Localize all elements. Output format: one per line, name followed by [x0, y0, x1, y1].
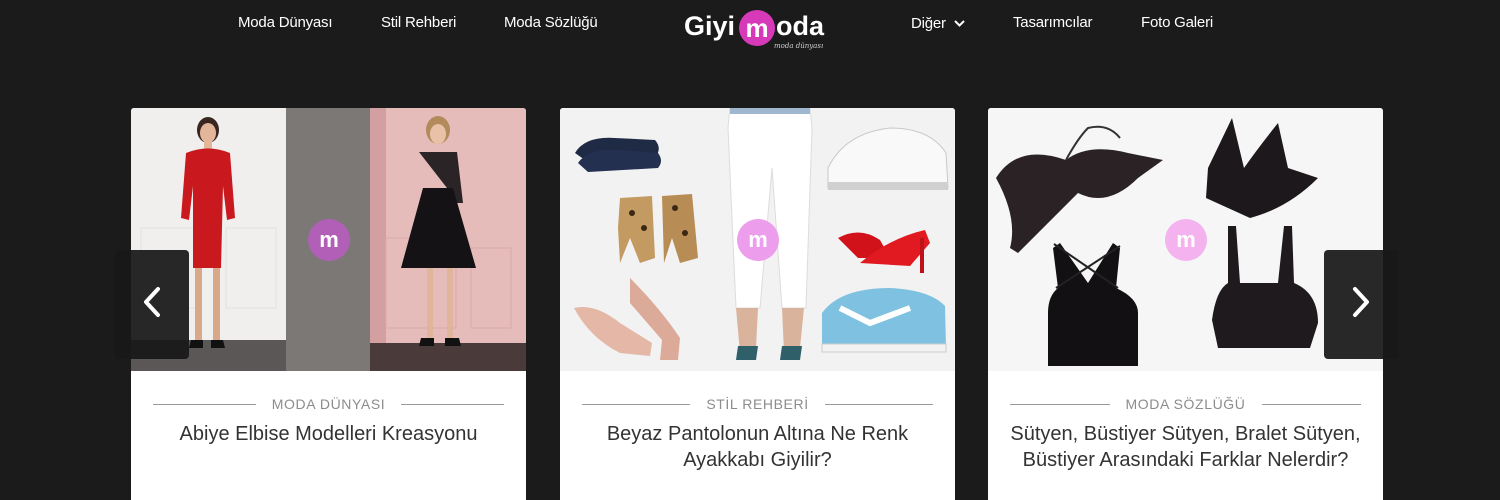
brand-badge-icon: m — [308, 219, 350, 261]
article-image-evening-dresses[interactable]: m — [131, 108, 526, 371]
divider-line — [153, 403, 256, 405]
carousel-next-button[interactable] — [1324, 250, 1398, 359]
article-title[interactable]: Abiye Elbise Modelleri Kreasyonu — [141, 421, 516, 447]
divider-line — [824, 403, 933, 405]
brand-badge-icon: m — [737, 219, 779, 261]
category-row: MODA SÖZLÜĞÜ — [1010, 395, 1361, 413]
article-card[interactable]: m MODA DÜNYASI Abiye Elbise Modelleri Kr… — [131, 108, 526, 500]
divider-line — [1010, 403, 1110, 405]
article-title[interactable]: Beyaz Pantolonun Altına Ne Renk Ayakkabı… — [570, 421, 945, 473]
category-row: STİL REHBERİ — [582, 395, 933, 413]
carousel-prev-button[interactable] — [115, 250, 189, 359]
divider-line — [582, 403, 691, 405]
article-title[interactable]: Sütyen, Büstiyer Sütyen, Bralet Sütyen, … — [998, 421, 1373, 473]
brand-badge-icon: m — [1165, 219, 1207, 261]
featured-carousel: m MODA DÜNYASI Abiye Elbise Modelleri Kr… — [0, 0, 1500, 500]
divider-line — [401, 403, 505, 405]
category-row: MODA DÜNYASI — [153, 395, 505, 413]
category-label[interactable]: MODA DÜNYASI — [256, 396, 402, 412]
divider-line — [1261, 403, 1361, 405]
category-label[interactable]: MODA SÖZLÜĞÜ — [1110, 396, 1262, 412]
chevron-right-icon — [1351, 286, 1371, 323]
article-image-shoes-white-trousers[interactable]: m — [560, 108, 955, 371]
article-card[interactable]: m STİL REHBERİ Beyaz Pantolonun Altına N… — [560, 108, 955, 500]
chevron-left-icon — [142, 286, 162, 323]
category-label[interactable]: STİL REHBERİ — [690, 396, 824, 412]
